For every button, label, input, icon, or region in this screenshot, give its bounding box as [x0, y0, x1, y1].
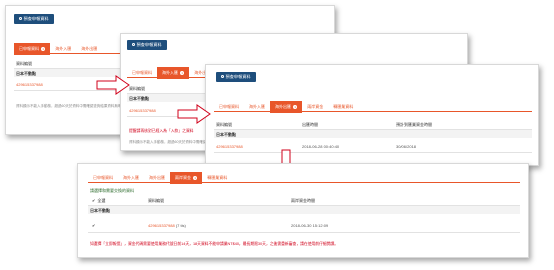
search-icon — [221, 75, 224, 79]
checkbox-icon[interactable]: ✔ — [92, 198, 95, 203]
column-account: 資料編號 — [216, 122, 232, 127]
group-label: 日本不動點 — [16, 71, 36, 76]
divider — [88, 232, 520, 233]
tab-badge: 1 — [41, 47, 46, 51]
record-link[interactable]: 429615337988 — [129, 108, 156, 113]
column-account: 資料編號 — [16, 61, 32, 66]
tab-badge: 1 — [193, 176, 198, 180]
flow-arrow-right-icon — [177, 104, 211, 124]
column-expected-time: 預計到匯業資金時間 — [396, 122, 432, 127]
column-select-all[interactable]: ✔ 全選 — [92, 198, 105, 204]
search-icon — [19, 17, 22, 21]
group-row — [214, 130, 532, 138]
group-label: 日本不動點 — [129, 96, 149, 101]
query-button[interactable]: 預查申報資料 — [216, 72, 256, 82]
flow-arrow-right-icon — [96, 75, 130, 95]
tab-underline — [88, 182, 520, 183]
expected-time-cell: 30/06/2018 — [396, 144, 417, 149]
column-account: 資料編號 — [129, 86, 145, 91]
row-checkbox[interactable]: ✔ — [92, 223, 97, 228]
section-heading: 請選擇和需要交換的資料 — [90, 188, 134, 193]
checkbox-icon[interactable]: ✔ — [92, 223, 95, 228]
panel-outbound: 預查申報資料 已申報資料 海外入匯 海外出匯 1 兩岸資金 轉匯業資料 資料編號 … — [205, 64, 539, 166]
outbound-time-cell: 2018-06-28 00:40:40 — [302, 144, 340, 149]
record-link[interactable]: 429615337988 — [16, 82, 43, 87]
column-outbound-time: 出匯時間 — [302, 122, 318, 127]
warning-text: 如選擇「立即報價」，資金代碼需要使用業務代號日前14天，18天資料不能申請業NT… — [90, 242, 339, 246]
group-row — [88, 206, 520, 214]
panel-cross-strait: 已申報資料 海外入匯 海外出匯 兩岸資金 1 轉匯業資料 請選擇和需要交換的資料 … — [77, 163, 529, 258]
tab-badge: 1 — [293, 105, 298, 109]
footnote: 資料顯示不能入手動核，超過60天於資料中需確認 — [129, 140, 207, 144]
column-cross-strait-time: 兩岸資金時間 — [291, 198, 315, 203]
query-button[interactable]: 預查申報資料 — [127, 40, 167, 50]
cross-strait-time-cell: 2018-06-30 15:12:09 — [291, 223, 329, 228]
divider — [214, 152, 532, 153]
record-link[interactable]: 429615337988 — [216, 144, 243, 149]
column-account: 資料編號 — [148, 198, 164, 203]
footnote: 資料顯示不能入手動核，超過60天於資料中需確認查詢結果資料無明確資料 — [16, 104, 132, 108]
query-button[interactable]: 預查申報資料 — [14, 14, 54, 24]
warning-text: 提醒請再核對已經入為「入款」之資料 — [129, 129, 194, 133]
tab-badge: 1 — [180, 71, 185, 75]
record-link[interactable]: 429615337988 (7 tls) — [148, 223, 186, 228]
group-label: 日本不動點 — [90, 208, 110, 213]
tab-underline — [214, 111, 532, 112]
search-icon — [132, 43, 135, 47]
group-label: 日本不動點 — [216, 132, 236, 137]
